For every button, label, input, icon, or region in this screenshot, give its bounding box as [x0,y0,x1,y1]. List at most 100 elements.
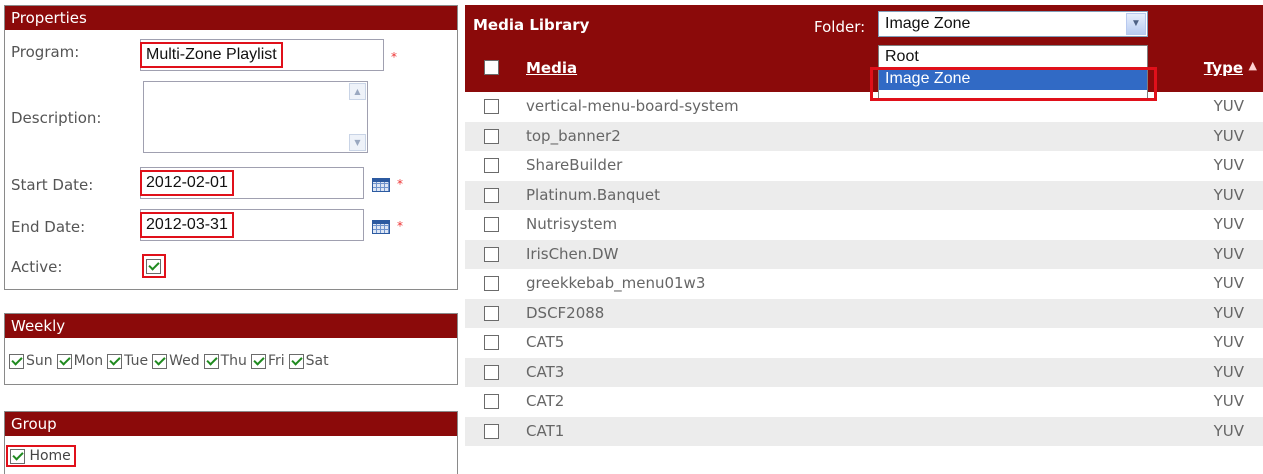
row-checkbox[interactable] [484,246,499,262]
properties-header: Properties [5,6,457,30]
row-checkbox[interactable] [484,99,499,114]
group-item-label: Home [29,448,71,464]
group-checkbox[interactable] [10,448,25,464]
start-date-required-mark: * [397,177,403,191]
end-date-required-mark: * [397,219,403,233]
chevron-down-icon[interactable]: ▼ [1126,13,1146,35]
table-row[interactable]: DSCF2088 YUV [465,298,1263,328]
row-checkbox[interactable] [484,305,499,321]
properties-panel: Properties Program: Multi-Zone Playlist … [4,5,458,290]
calendar-icon[interactable] [372,220,390,234]
media-name: ShareBuilder [526,156,623,174]
table-row[interactable]: CAT2 YUV [465,387,1263,417]
table-row[interactable]: CAT1 YUV [465,416,1263,446]
media-library-panel: Media Library Folder: Image Zone ▼ Root … [465,5,1263,474]
day-checkbox[interactable] [56,353,72,369]
table-row[interactable]: CAT5 YUV [465,328,1263,358]
active-label: Active: [11,258,63,276]
start-date-value: 2012-02-01 [140,170,234,196]
row-checkbox[interactable] [484,187,499,203]
media-type: YUV [1213,185,1244,204]
media-library-header: Media Library Folder: Image Zone ▼ [465,5,1263,45]
start-date-input[interactable]: 2012-02-01 [140,167,364,199]
day-thu[interactable]: Thu [203,353,247,369]
column-media[interactable]: Media [526,59,577,77]
folder-label: Folder: [814,18,866,36]
row-checkbox[interactable] [484,364,499,380]
media-name: CAT2 [526,392,565,410]
media-name: Platinum.Banquet [526,185,660,204]
weekly-panel: Weekly Sun Mon Tue Wed Thu Fri Sat [4,313,458,385]
table-row[interactable]: ShareBuilder YUV [465,151,1263,181]
row-checkbox[interactable] [484,217,499,232]
description-textarea[interactable]: ▲ ▼ [143,81,368,153]
day-wed[interactable]: Wed [152,353,200,369]
media-name: CAT5 [526,333,565,351]
day-mon[interactable]: Mon [56,353,103,369]
row-checkbox[interactable] [484,276,499,291]
sort-ascending-icon: ▲ [1248,59,1257,72]
end-date-value: 2012-03-31 [140,212,234,238]
media-name: CAT1 [526,421,565,440]
media-library-title: Media Library [473,16,590,34]
row-checkbox[interactable] [484,335,499,350]
media-name: vertical-menu-board-system [526,97,739,115]
folder-selected-value: Image Zone [885,15,971,32]
program-input[interactable]: Multi-Zone Playlist [140,39,384,71]
table-row[interactable]: Nutrisystem YUV [465,210,1263,240]
table-row[interactable]: Platinum.Banquet YUV [465,180,1263,210]
active-checkbox[interactable] [146,258,161,274]
row-checkbox[interactable] [484,158,499,173]
day-checkbox[interactable] [9,353,24,369]
scroll-up-icon[interactable]: ▲ [349,83,366,100]
media-type: YUV [1213,362,1244,381]
group-panel: Group Home [4,411,458,474]
program-value: Multi-Zone Playlist [140,42,283,68]
media-type: YUV [1213,274,1244,292]
day-tue[interactable]: Tue [107,353,148,369]
media-name: greekkebab_menu01w3 [526,274,706,292]
folder-select[interactable]: Image Zone ▼ [878,11,1148,37]
weekly-header: Weekly [5,314,457,338]
folder-dropdown: Root Image Zone [870,45,1157,101]
day-checkbox[interactable] [152,353,168,369]
group-header: Group [5,412,457,436]
table-row[interactable]: IrisChen.DW YUV [465,239,1263,269]
media-type: YUV [1213,392,1244,410]
active-highlight [142,254,166,278]
calendar-icon[interactable] [372,178,390,192]
day-checkbox[interactable] [288,353,304,369]
media-table-body: vertical-menu-board-system YUV top_banner… [465,92,1263,446]
table-row[interactable]: top_banner2 YUV [465,121,1263,151]
day-fri[interactable]: Fri [250,353,285,369]
row-checkbox[interactable] [484,423,499,439]
end-date-input[interactable]: 2012-03-31 [140,209,364,241]
media-type: YUV [1213,244,1244,263]
scroll-down-icon[interactable]: ▼ [349,134,366,151]
table-row[interactable]: greekkebab_menu01w3 YUV [465,269,1263,299]
row-checkbox[interactable] [484,394,499,409]
media-type: YUV [1213,126,1244,145]
media-type: YUV [1213,303,1244,322]
day-checkbox[interactable] [107,353,123,369]
day-checkbox[interactable] [203,353,219,369]
day-sun[interactable]: Sun [9,353,53,369]
media-name: CAT3 [526,362,565,381]
day-checkbox[interactable] [250,353,266,369]
column-type[interactable]: Type [1204,59,1243,77]
day-sat[interactable]: Sat [288,353,329,369]
select-all-checkbox[interactable] [484,60,499,75]
program-label: Program: [11,43,80,61]
folder-option-image-zone[interactable]: Image Zone [879,68,1147,90]
folder-option-root[interactable]: Root [879,46,1147,68]
end-date-label: End Date: [11,218,86,236]
media-type: YUV [1213,156,1244,174]
media-type: YUV [1213,215,1244,233]
table-row[interactable]: CAT3 YUV [465,357,1263,387]
media-type: YUV [1213,421,1244,440]
row-checkbox[interactable] [484,128,499,144]
media-name: IrisChen.DW [526,244,619,263]
media-type: YUV [1213,333,1244,351]
program-required-mark: * [391,50,397,64]
group-item-home[interactable]: Home [6,445,76,467]
